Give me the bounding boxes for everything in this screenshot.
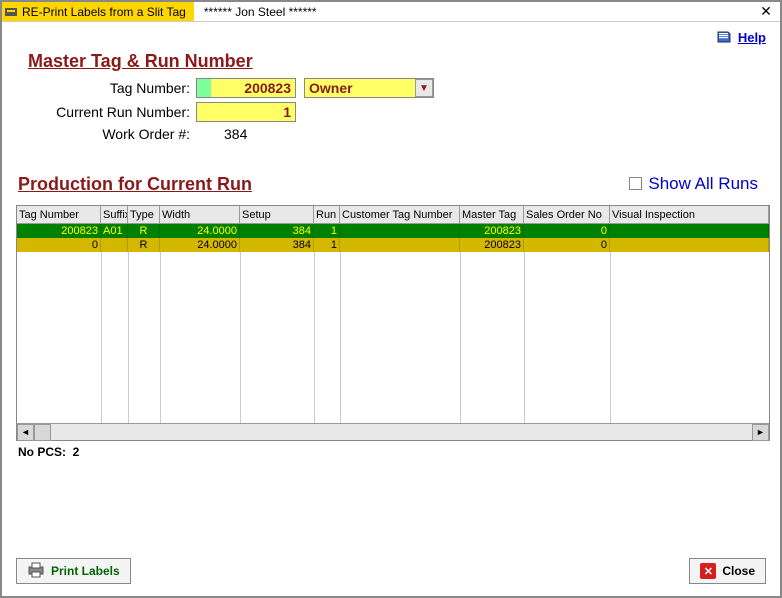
pcs-summary: No PCS: 2 [16, 441, 770, 463]
production-title: Production for Current Run [18, 174, 252, 195]
close-label: Close [722, 564, 755, 578]
table-row[interactable]: 200823A01R24.000038412008230 [17, 224, 769, 238]
window-close-button[interactable]: ✕ [752, 3, 780, 20]
print-labels-label: Print Labels [51, 564, 120, 578]
col-suffix[interactable]: Suffix [101, 206, 128, 223]
window-title-tab: RE-Print Labels from a Slit Tag [2, 2, 194, 21]
show-all-checkbox[interactable] [629, 177, 642, 190]
app-icon [4, 5, 18, 19]
show-all-label: Show All Runs [648, 174, 758, 194]
grid-body: 200823A01R24.0000384120082300R24.0000384… [17, 224, 769, 423]
col-master-tag[interactable]: Master Tag [460, 206, 524, 223]
tag-number-input[interactable] [196, 78, 296, 98]
col-tag-number[interactable]: Tag Number [17, 206, 101, 223]
tag-number-label: Tag Number: [16, 80, 196, 96]
production-grid: Tag Number Suffix Type Width Setup Run C… [16, 205, 770, 441]
close-button[interactable]: ✕ Close [689, 558, 766, 584]
scroll-thumb[interactable] [34, 424, 51, 441]
col-run[interactable]: Run [314, 206, 340, 223]
close-icon: ✕ [700, 563, 716, 579]
run-number-input[interactable] [196, 102, 296, 122]
pcs-label: No PCS: [18, 445, 66, 459]
grid-header: Tag Number Suffix Type Width Setup Run C… [17, 206, 769, 224]
help-icon [716, 30, 732, 47]
master-tag-title: Master Tag & Run Number [28, 51, 770, 72]
col-visual-insp[interactable]: Visual Inspection [610, 206, 769, 223]
run-number-label: Current Run Number: [16, 104, 196, 120]
scroll-right-button[interactable]: ► [752, 424, 769, 441]
chevron-down-icon: ▼ [415, 79, 433, 97]
printer-icon [27, 562, 45, 581]
help-link[interactable]: Help [738, 30, 766, 45]
grid-horizontal-scrollbar[interactable]: ◄ ► [17, 423, 769, 440]
col-cust-tag[interactable]: Customer Tag Number [340, 206, 460, 223]
col-sales-order[interactable]: Sales Order No [524, 206, 610, 223]
scroll-left-button[interactable]: ◄ [17, 424, 34, 441]
col-type[interactable]: Type [128, 206, 160, 223]
owner-dropdown-value: Owner [309, 80, 353, 96]
work-order-value: 384 [196, 126, 247, 142]
titlebar: RE-Print Labels from a Slit Tag ****** J… [2, 2, 780, 22]
col-setup[interactable]: Setup [240, 206, 314, 223]
work-order-label: Work Order #: [16, 126, 196, 142]
col-width[interactable]: Width [160, 206, 240, 223]
table-row[interactable]: 0R24.000038412008230 [17, 238, 769, 252]
pcs-value: 2 [73, 445, 80, 459]
window-title: RE-Print Labels from a Slit Tag [22, 5, 186, 19]
owner-dropdown[interactable]: Owner ▼ [304, 78, 434, 98]
print-labels-button[interactable]: Print Labels [16, 558, 131, 584]
window-subtitle: ****** Jon Steel ****** [194, 5, 317, 19]
